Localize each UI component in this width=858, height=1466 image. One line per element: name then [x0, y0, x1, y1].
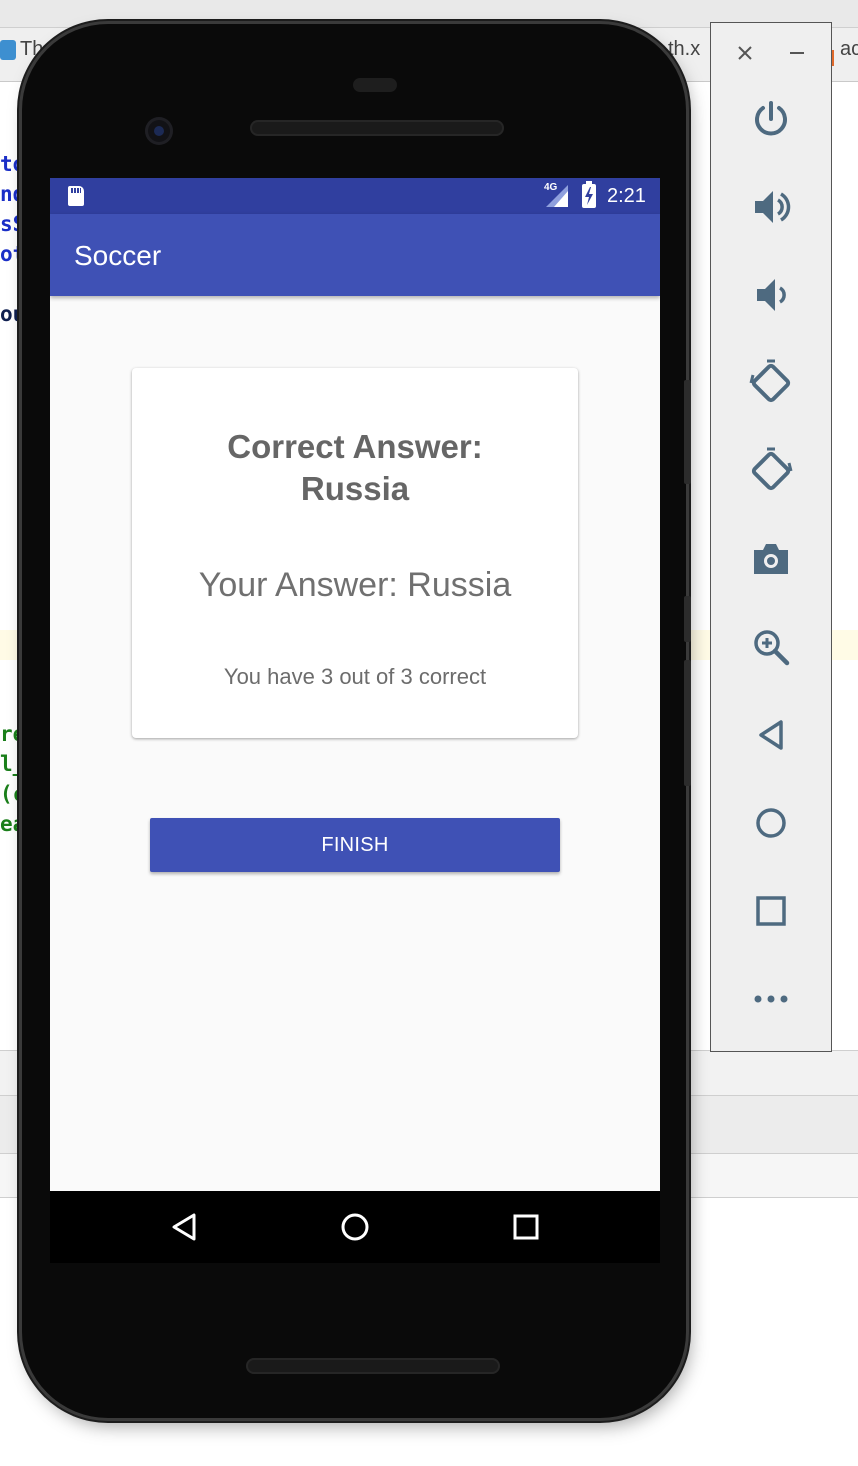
correct-answer-label: Correct Answer: — [227, 428, 483, 465]
score-text: You have 3 out of 3 correct — [223, 664, 487, 689]
correct-answer-value: Russia — [300, 470, 410, 507]
volume-down-hardware — [684, 660, 691, 786]
rotate-left-icon[interactable] — [747, 359, 795, 407]
overview-icon[interactable] — [747, 887, 795, 935]
front-camera — [145, 117, 173, 145]
minimize-icon[interactable] — [773, 29, 821, 77]
emulator-toolbar — [710, 22, 832, 1052]
rotate-right-icon[interactable] — [747, 447, 795, 495]
overview-icon[interactable] — [508, 1209, 544, 1245]
earpiece-slot — [353, 78, 397, 92]
status-bar: 4G 2:21 — [50, 178, 660, 214]
app-bar: Soccer — [50, 214, 660, 296]
app-title: Soccer — [74, 240, 162, 271]
ide-tab-right[interactable]: ac — [840, 38, 858, 61]
sd-card-icon — [68, 186, 84, 206]
close-icon[interactable] — [721, 29, 769, 77]
volume-down-icon[interactable] — [747, 271, 795, 319]
home-icon[interactable] — [337, 1209, 373, 1245]
more-icon[interactable] — [747, 975, 795, 1023]
battery-charging-icon — [582, 181, 596, 208]
file-icon — [0, 40, 16, 60]
screenshot-icon[interactable] — [747, 535, 795, 583]
network-type-label: 4G — [544, 182, 558, 193]
zoom-icon[interactable] — [747, 623, 795, 671]
power-icon[interactable] — [747, 95, 795, 143]
bottom-speaker-grille — [246, 1358, 500, 1374]
result-card: Correct Answer: Russia Your Answer: Russ… — [132, 368, 578, 738]
volume-up-hardware — [684, 596, 691, 642]
back-icon[interactable] — [747, 711, 795, 759]
status-time: 2:21 — [607, 185, 646, 207]
navigation-bar — [50, 1191, 660, 1263]
correct-answer-text: Correct Answer: Russia — [132, 426, 578, 510]
back-icon[interactable] — [166, 1209, 202, 1245]
top-speaker-grille — [250, 120, 504, 136]
device-screen: 4G 2:21 Soccer Correct Answer: Russia Yo… — [50, 178, 660, 1191]
your-answer-text: Your Answer: Russia — [198, 566, 512, 604]
volume-up-icon[interactable] — [747, 183, 795, 231]
finish-button[interactable]: FINISH — [150, 818, 560, 872]
power-button-hardware — [684, 380, 691, 484]
home-icon[interactable] — [747, 799, 795, 847]
ide-tab-mid[interactable]: th.x — [668, 38, 700, 61]
